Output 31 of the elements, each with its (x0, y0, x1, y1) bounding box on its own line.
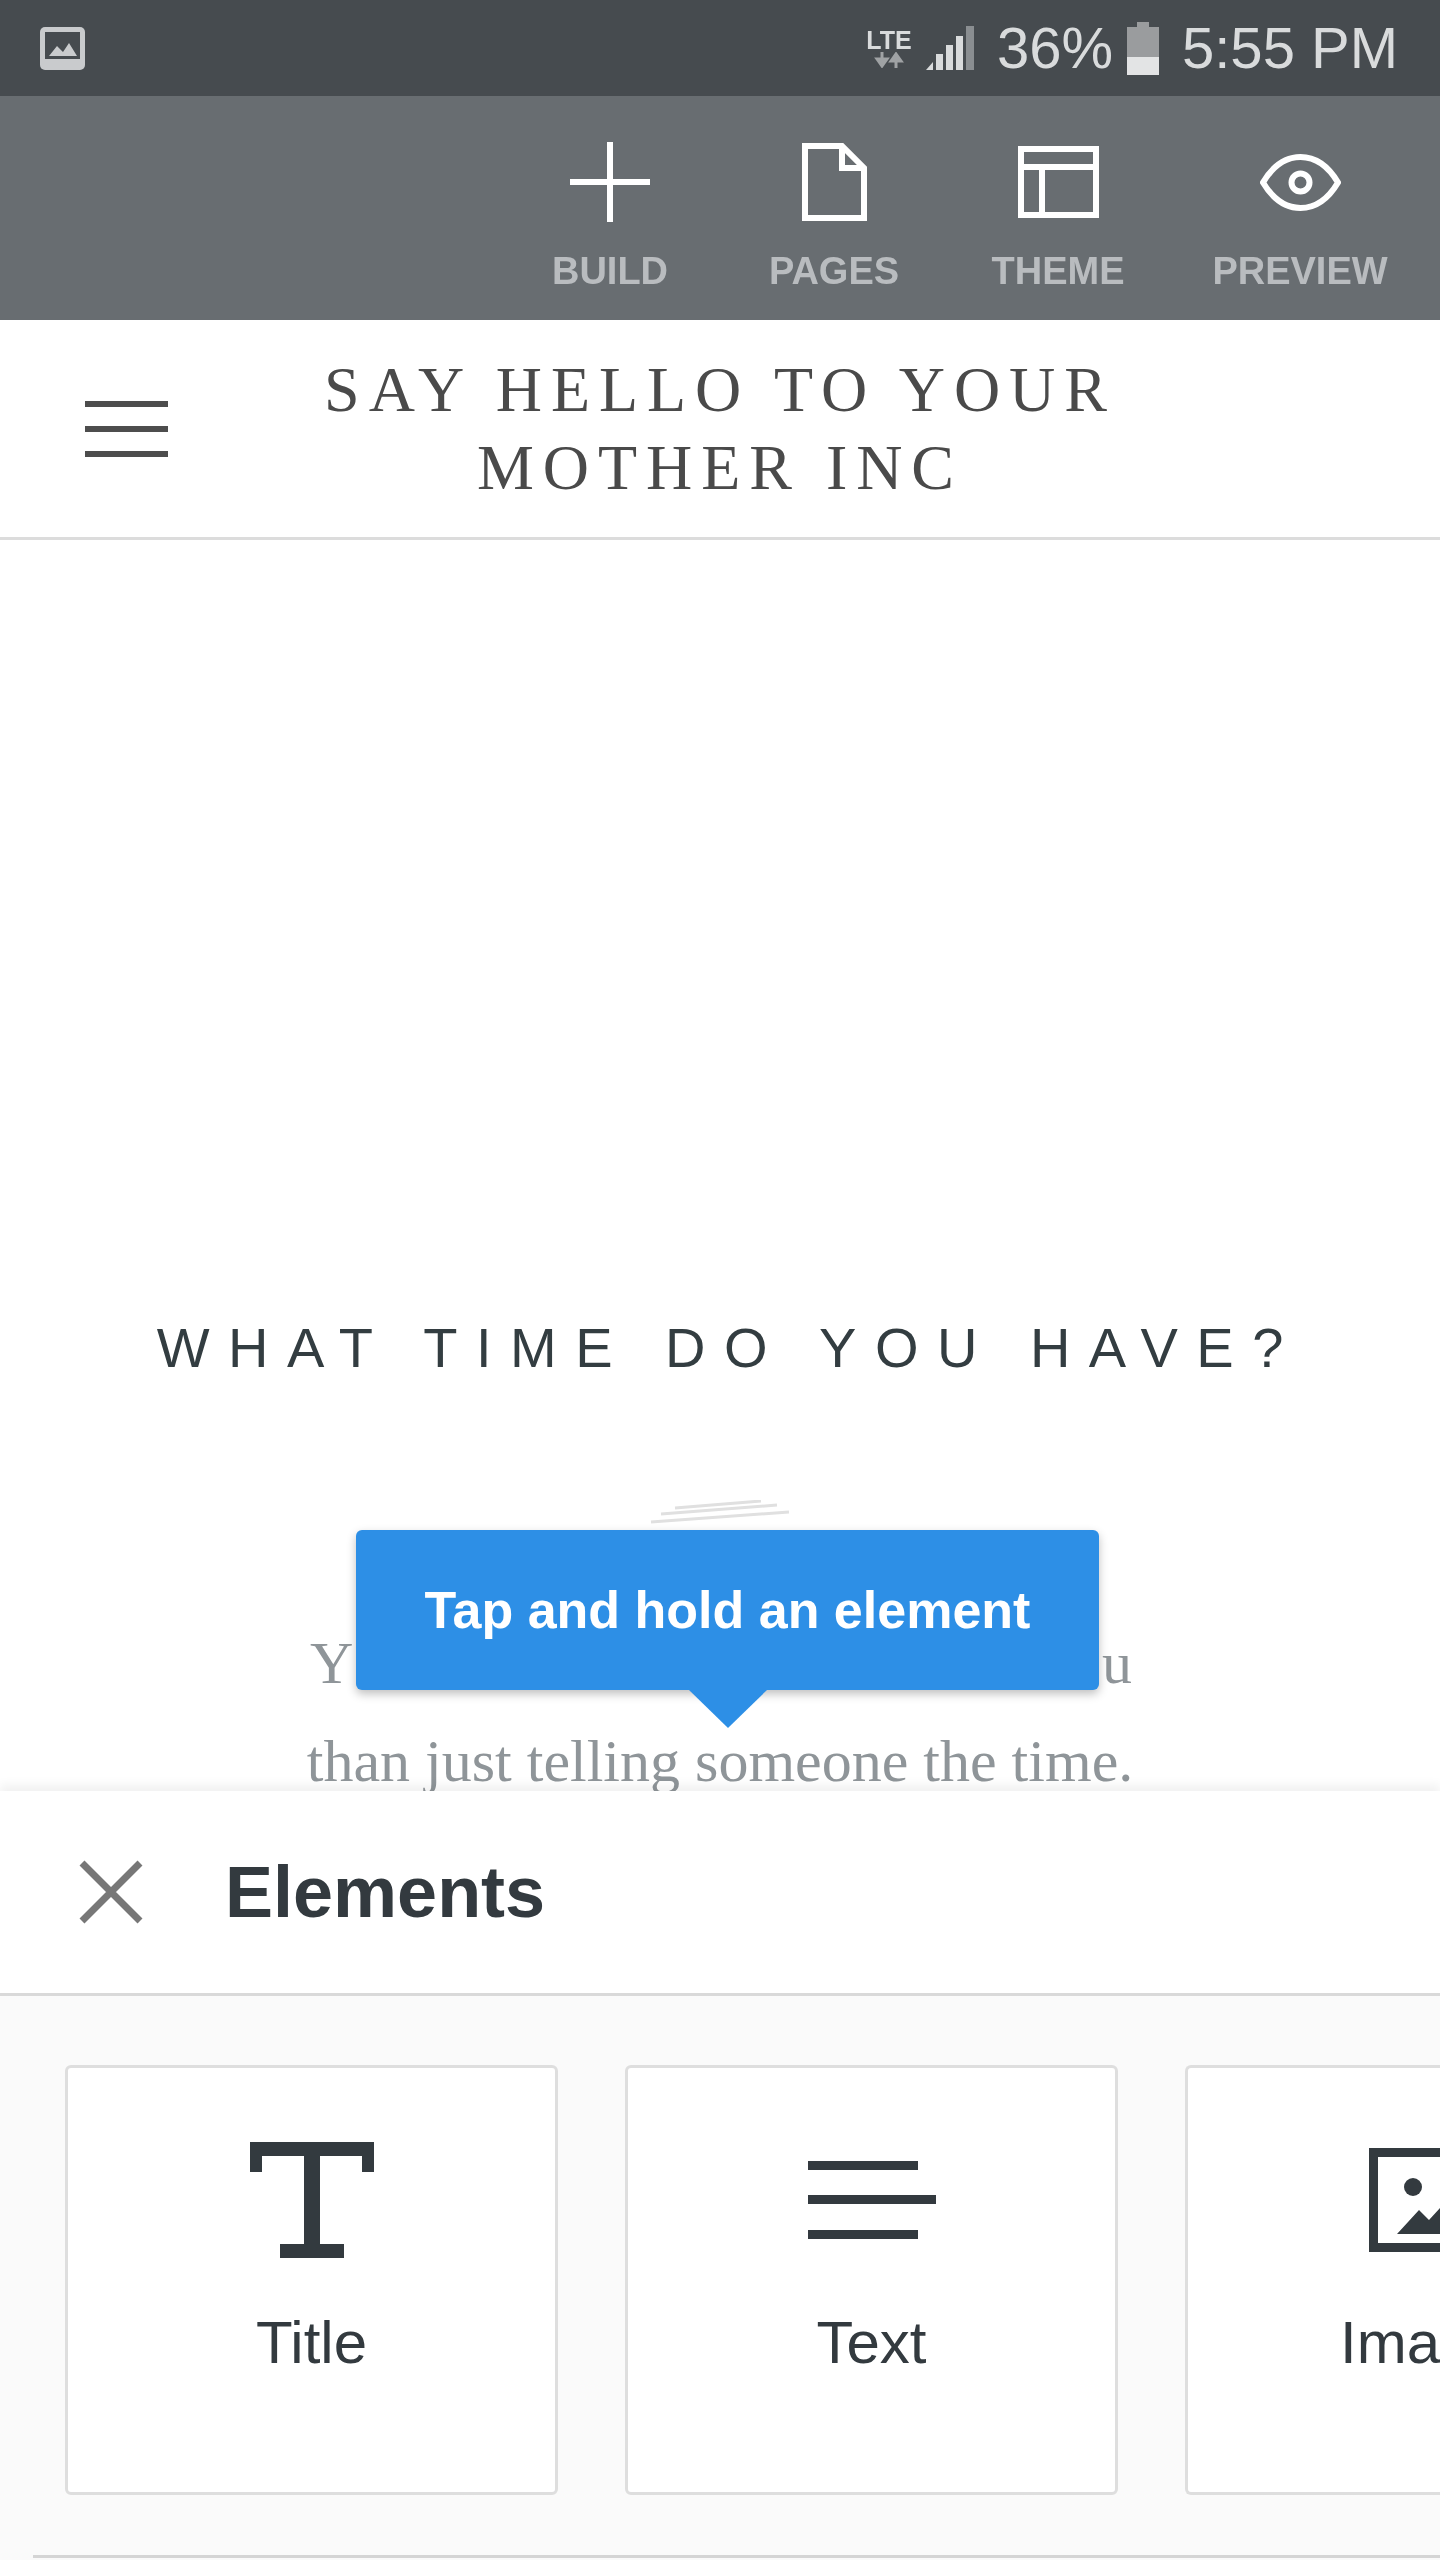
battery-percentage: 36% (996, 19, 1113, 77)
paragraph-text: Y (310, 1633, 354, 1693)
letter-t-icon (249, 2142, 374, 2258)
menu-icon[interactable] (85, 400, 168, 457)
battery-icon (1127, 21, 1159, 75)
clock-time: 5:55 PM (1182, 19, 1398, 77)
element-card[interactable]: Ima (1185, 2065, 1440, 2495)
eye-icon (1259, 153, 1341, 211)
toolbar-button[interactable]: THEME (958, 96, 1158, 320)
paragraph-text: than just telling someone the time. (306, 1731, 1134, 1791)
signal-icon (925, 26, 976, 70)
section-heading: WHAT TIME DO YOU HAVE? (155, 1320, 1303, 1376)
text-lines-icon (807, 2161, 936, 2239)
network-type-label: LTE (866, 28, 912, 52)
plus-icon (570, 142, 650, 222)
toolbar-button[interactable]: BUILD (510, 96, 710, 320)
toolbar-button[interactable]: PREVIEW (1182, 96, 1418, 320)
layout-icon (1017, 146, 1099, 218)
lines-icon (649, 1500, 791, 1524)
close-icon (78, 1859, 144, 1925)
image-icon (1369, 2148, 1440, 2252)
element-card[interactable]: Text (625, 2065, 1118, 2495)
close-button[interactable] (78, 1859, 144, 1925)
page-icon (801, 143, 867, 221)
toolbar-button[interactable]: PAGES (734, 96, 934, 320)
paragraph-text: u (1102, 1633, 1132, 1693)
site-title: SAY HELLO TO YOUR MOTHER INC (323, 352, 1117, 505)
panel-title: Elements (225, 1856, 546, 1928)
picture-icon (40, 26, 85, 70)
element-card[interactable]: Title (65, 2065, 558, 2495)
data-arrows-icon (873, 52, 904, 68)
